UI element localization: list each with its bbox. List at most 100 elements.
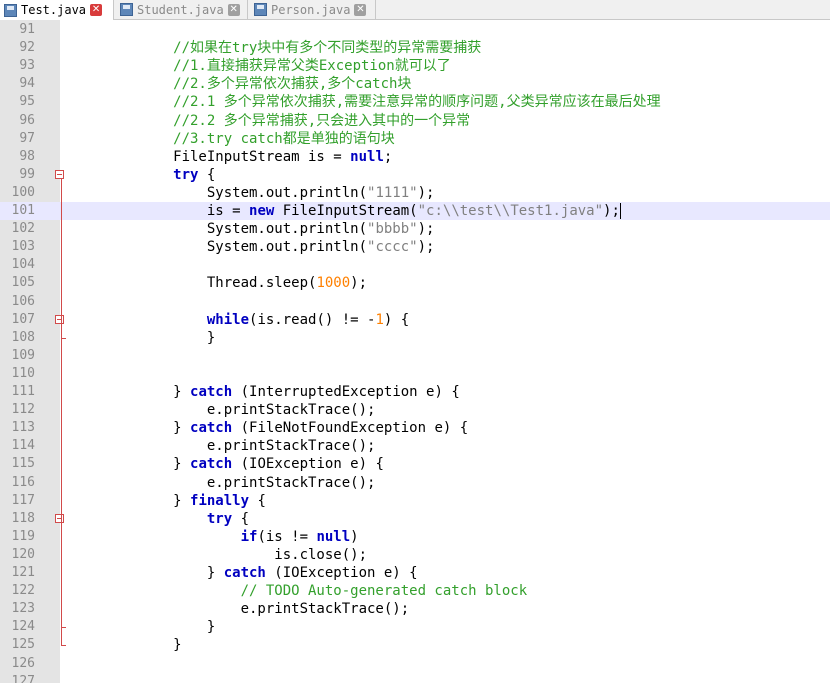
code-line[interactable]: 111 } catch (InterruptedException e) { [0, 383, 830, 401]
code-line[interactable]: 115 } catch (IOException e) { [0, 455, 830, 473]
code-text: System.out.println("1111"); [72, 184, 435, 202]
line-number: 119 [11, 528, 35, 544]
tab-test-java[interactable]: Test.java ✕ [0, 0, 114, 20]
tab-student-java[interactable]: Student.java ✕ [116, 0, 248, 19]
code-line[interactable]: 96 //2.2 多个异常捕获,只会进入其中的一个异常 [0, 112, 830, 130]
code-line[interactable]: 95 //2.1 多个异常依次捕获,需要注意异常的顺序问题,父类异常应该在最后处… [0, 93, 830, 111]
code-line[interactable]: 104 [0, 256, 830, 274]
code-line[interactable]: 121 } catch (IOException e) { [0, 564, 830, 582]
code-text: if(is != null) [72, 528, 359, 546]
code-text: try { [72, 166, 215, 184]
line-number: 120 [11, 546, 35, 562]
code-line[interactable]: 113 } catch (FileNotFoundException e) { [0, 419, 830, 437]
close-icon[interactable]: ✕ [227, 3, 240, 16]
code-line[interactable]: 109 [0, 347, 830, 365]
code-line[interactable]: 98 FileInputStream is = null; [0, 148, 830, 166]
code-line[interactable]: 108 } [0, 329, 830, 347]
code-line[interactable]: 97 //3.try catch都是单独的语句块 [0, 130, 830, 148]
code-line[interactable]: 99 try { [0, 166, 830, 184]
code-editor[interactable]: 91 92 //如果在try块中有多个不同类型的异常需要捕获 93 //1.直接捕获… [0, 20, 830, 683]
line-number: 109 [11, 347, 35, 363]
code-line[interactable]: 120 is.close(); [0, 546, 830, 564]
code-token: ; [383, 148, 393, 165]
code-line[interactable]: 100 System.out.println("1111"); [0, 184, 830, 202]
code-token: System.out.println( [72, 184, 368, 201]
code-line[interactable]: 93 //1.直接捕获异常父类Exception就可以了 [0, 57, 830, 75]
code-text: e.printStackTrace(); [72, 437, 376, 455]
line-number: 96 [19, 112, 35, 128]
collapse-fold-icon[interactable] [55, 169, 64, 179]
code-text: //2.2 多个异常捕获,只会进入其中的一个异常 [72, 112, 470, 130]
code-token: } [72, 329, 216, 346]
code-line[interactable]: 124 } [0, 618, 830, 636]
comment-token: //2.2 多个异常捕获,只会进入其中的一个异常 [72, 112, 471, 129]
comment-token: //2.1 多个异常依次捕获,需要注意异常的顺序问题,父类异常应该在最后处理 [72, 94, 661, 111]
line-number: 118 [11, 510, 35, 526]
tab-person-java[interactable]: Person.java ✕ [250, 0, 376, 19]
keyword-token: while [206, 311, 250, 328]
number-token: 1 [375, 311, 384, 328]
comment-token: //3.try catch都是单独的语句块 [72, 130, 395, 147]
code-token: } [72, 637, 182, 654]
line-number: 107 [11, 311, 35, 327]
line-number: 92 [19, 40, 35, 56]
code-token: (is != [257, 528, 317, 545]
code-line[interactable]: 118 try { [0, 510, 830, 528]
code-line[interactable]: 122 // TODO Auto-generated catch block [0, 582, 830, 600]
code-token: } [72, 420, 191, 437]
line-number: 108 [11, 329, 35, 345]
save-file-icon [4, 3, 17, 17]
code-line[interactable]: 107 while(is.read() != -1) { [0, 311, 830, 329]
code-token: System.out.println( [72, 221, 368, 238]
line-number: 116 [11, 474, 35, 490]
code-token: { [232, 510, 250, 527]
code-line[interactable]: 117 } finally { [0, 492, 830, 510]
code-line[interactable]: 103 System.out.println("cccc"); [0, 238, 830, 256]
collapse-fold-icon[interactable] [55, 513, 64, 523]
code-line[interactable]: 116 e.printStackTrace(); [0, 474, 830, 492]
code-token: ) { [383, 311, 410, 328]
code-line[interactable]: 92 //如果在try块中有多个不同类型的异常需要捕获 [0, 39, 830, 57]
code-line[interactable]: 112 e.printStackTrace(); [0, 401, 830, 419]
collapse-fold-icon[interactable] [55, 314, 64, 324]
code-text: e.printStackTrace(); [72, 600, 410, 618]
code-token: ) [350, 528, 359, 545]
close-icon[interactable]: ✕ [90, 4, 103, 16]
code-text: //3.try catch都是单独的语句块 [72, 130, 395, 148]
save-file-icon [120, 3, 133, 16]
code-text: //1.直接捕获异常父类Exception就可以了 [72, 57, 451, 75]
line-number: 117 [11, 492, 35, 508]
code-text: } [72, 618, 215, 636]
code-line[interactable]: 126 [0, 655, 830, 673]
code-text: } [72, 329, 215, 347]
code-line[interactable]: 101 is = new FileInputStream("c:\\test\\… [0, 202, 830, 221]
line-number: 121 [11, 565, 35, 580]
code-token: (FileNotFoundException e) { [232, 420, 469, 437]
code-line[interactable]: 119 if(is != null) [0, 528, 830, 546]
line-number: 93 [19, 58, 35, 74]
code-line[interactable]: 91 [0, 21, 830, 39]
code-line[interactable]: 123 e.printStackTrace(); [0, 600, 830, 618]
fold-guide-line [61, 178, 62, 646]
keyword-token: try [206, 510, 233, 527]
keyword-token: catch [223, 565, 266, 581]
code-line[interactable]: 106 [0, 293, 830, 311]
code-token: } [72, 384, 191, 400]
code-line[interactable]: 94 //2.多个异常依次捕获,多个catch块 [0, 75, 830, 93]
number-token: 1000 [316, 275, 351, 292]
code-text: System.out.println("bbbb"); [72, 220, 435, 238]
code-text: System.out.println("cccc"); [72, 238, 435, 256]
keyword-token: null [316, 528, 351, 545]
code-line[interactable]: 114 e.printStackTrace(); [0, 437, 830, 455]
code-line[interactable]: 110 [0, 365, 830, 383]
code-line[interactable]: 105 Thread.sleep(1000); [0, 274, 830, 292]
code-line[interactable]: 125 } [0, 636, 830, 654]
line-number: 125 [11, 637, 35, 653]
code-line[interactable]: 102 System.out.println("bbbb"); [0, 220, 830, 238]
comment-token: //如果在try块中有多个不同类型的异常需要捕获 [72, 40, 482, 57]
close-icon[interactable]: ✕ [354, 3, 367, 16]
code-line[interactable]: 127 [0, 673, 830, 683]
